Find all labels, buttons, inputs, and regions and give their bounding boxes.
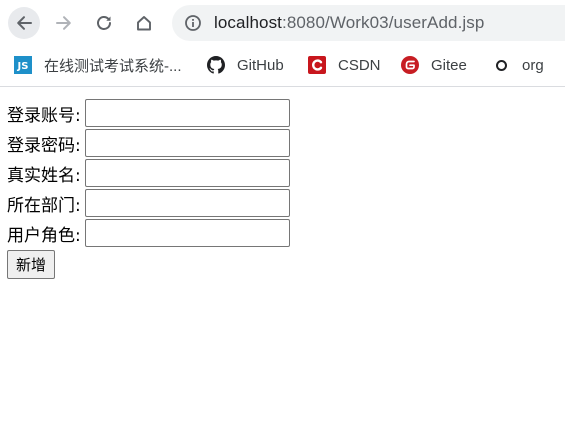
arrow-left-icon bbox=[17, 16, 32, 30]
js-icon: JS bbox=[14, 56, 32, 74]
role-input[interactable] bbox=[84, 219, 290, 247]
bookmark-label: Gitee bbox=[431, 56, 467, 74]
account-label: 登录账号: bbox=[7, 105, 81, 126]
gitee-icon bbox=[401, 56, 419, 74]
bookmark-csdn[interactable]: CSDN bbox=[308, 54, 381, 76]
bookmark-exam-system[interactable]: JS 在线测试考试系统-... bbox=[14, 54, 182, 76]
form-row-department: 所在部门: bbox=[7, 188, 290, 218]
bookmark-label: CSDN bbox=[338, 56, 381, 74]
url-host: localhost bbox=[214, 13, 282, 32]
arrow-right-icon bbox=[56, 16, 71, 30]
bookmark-label: 在线测试考试系统-... bbox=[44, 57, 182, 75]
browser-toolbar: localhost:8080/Work03/userAdd.jsp bbox=[0, 0, 565, 46]
user-add-form: 登录账号: 登录密码: 真实姓名: 所在部门: 用户角色: 新增 bbox=[7, 98, 290, 279]
info-circle-icon[interactable] bbox=[184, 14, 202, 32]
realname-label: 真实姓名: bbox=[7, 165, 81, 186]
url-path: :8080/Work03/userAdd.jsp bbox=[282, 13, 485, 32]
bookmark-label: GitHub bbox=[237, 56, 284, 74]
github-icon bbox=[207, 56, 225, 74]
bookmarks-bar: JS 在线测试考试系统-... GitHub CSDN Gitee org bbox=[0, 46, 565, 87]
url-text[interactable]: localhost:8080/Work03/userAdd.jsp bbox=[214, 13, 484, 33]
password-input[interactable] bbox=[84, 129, 290, 157]
add-button[interactable]: 新增 bbox=[7, 250, 56, 279]
home-icon bbox=[137, 16, 151, 31]
password-label: 登录密码: bbox=[7, 135, 81, 156]
home-button[interactable] bbox=[128, 7, 160, 39]
reload-icon bbox=[97, 16, 111, 30]
realname-input[interactable] bbox=[84, 159, 290, 187]
reload-button[interactable] bbox=[88, 7, 120, 39]
role-label: 用户角色: bbox=[7, 225, 81, 246]
back-button[interactable] bbox=[8, 7, 40, 39]
csdn-icon bbox=[308, 56, 326, 74]
bookmark-github[interactable]: GitHub bbox=[207, 54, 284, 76]
department-label: 所在部门: bbox=[7, 195, 81, 216]
form-row-role: 用户角色: bbox=[7, 218, 290, 248]
bookmark-label: org bbox=[522, 56, 544, 74]
department-input[interactable] bbox=[84, 189, 290, 217]
account-input[interactable] bbox=[84, 99, 290, 127]
forward-button[interactable] bbox=[48, 7, 80, 39]
globe-circle-icon bbox=[492, 56, 510, 74]
bookmark-gitee[interactable]: Gitee bbox=[401, 54, 467, 76]
bookmark-org[interactable]: org bbox=[492, 54, 544, 76]
form-row-password: 登录密码: bbox=[7, 128, 290, 158]
form-row-realname: 真实姓名: bbox=[7, 158, 290, 188]
form-row-account: 登录账号: bbox=[7, 98, 290, 128]
address-bar[interactable]: localhost:8080/Work03/userAdd.jsp bbox=[172, 5, 565, 41]
